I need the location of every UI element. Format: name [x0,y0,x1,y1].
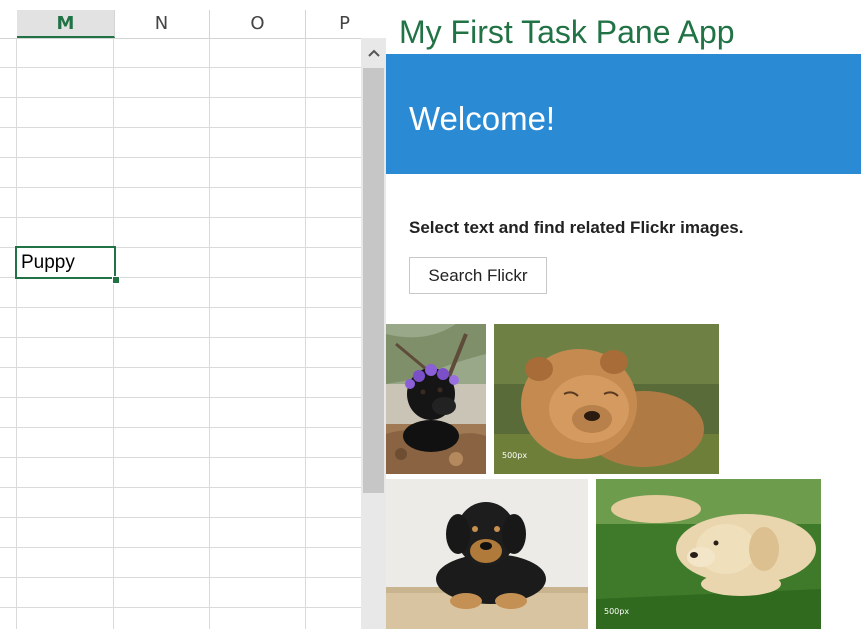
result-image-2[interactable]: 500px [494,324,719,474]
scroll-up-arrow-icon[interactable] [361,38,386,68]
cell-value: Puppy [21,252,75,273]
task-pane: My First Task Pane App Welcome! Select t… [386,0,861,629]
column-header-n[interactable]: N [114,10,210,38]
watermark-500px: 500px [604,607,629,616]
fill-handle[interactable] [112,276,120,284]
scroll-thumb[interactable] [363,68,384,493]
cell-grid[interactable] [0,38,361,629]
welcome-banner: Welcome! [386,54,861,174]
result-image-3[interactable] [386,479,588,629]
search-flickr-button[interactable]: Search Flickr [409,257,547,294]
column-header-p[interactable]: P [306,10,361,38]
column-headers: M N O P [0,10,361,39]
vertical-scrollbar[interactable] [361,38,386,629]
selected-cell[interactable]: Puppy [15,246,116,279]
spreadsheet-grid: M N O P Puppy [0,0,361,629]
pane-title: My First Task Pane App [399,14,735,50]
banner-text: Welcome! [409,100,556,137]
column-header-m[interactable]: M [17,10,115,38]
result-image-4[interactable]: 500px [596,479,821,629]
watermark-500px: 500px [502,451,527,460]
column-header-o[interactable]: O [210,10,306,38]
result-image-1[interactable] [386,324,486,474]
instruction-text: Select text and find related Flickr imag… [409,218,744,237]
